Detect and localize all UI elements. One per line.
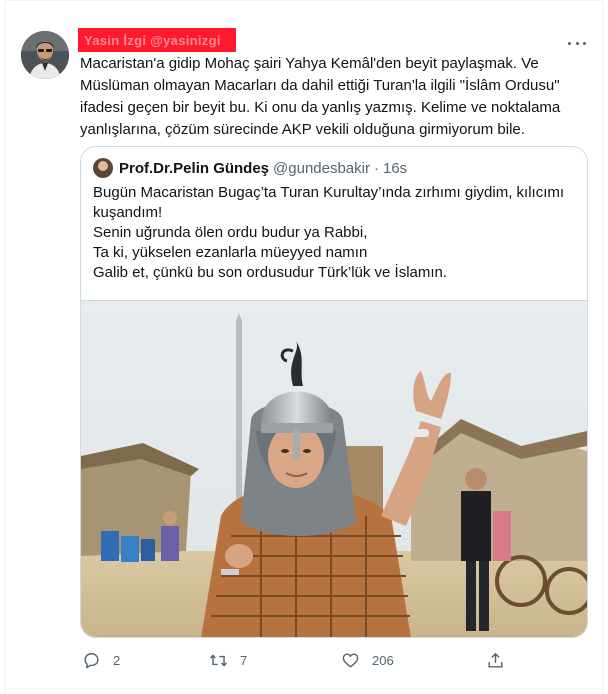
quoted-author-handle[interactable]: @gundesbakir (273, 160, 370, 177)
quoted-author-name[interactable]: Prof.Dr.Pelin Gündeş (119, 160, 269, 177)
more-icon[interactable] (566, 36, 588, 50)
quoted-text-line: Galib et, çünkü bu son ordusudur Türk’lü… (93, 264, 448, 281)
author-avatar[interactable] (21, 31, 69, 79)
quoted-tweet-photo[interactable] (81, 300, 587, 637)
author-name[interactable]: Yasin İzgi @yasinizgi (84, 33, 221, 48)
share-icon (488, 652, 503, 668)
quoted-author-avatar[interactable] (93, 158, 113, 178)
tweet-text: Macaristan'a gidip Mohaç şairi Yahya Kem… (80, 53, 592, 141)
tweet-text-line: Macaristan'a gidip Mohaç şairi Yahya Kem… (80, 55, 539, 72)
tweet-text-line: yanlışlarına, çözüm sürecinde AKP vekili… (80, 121, 525, 138)
divider (4, 0, 604, 1)
like-count: 206 (372, 652, 394, 668)
separator-dot: · (373, 159, 379, 177)
quoted-timestamp[interactable]: 16s (383, 160, 407, 177)
quoted-tweet-text: Bugün Macaristan Bugaç’ta Turan Kurultay… (93, 183, 577, 283)
retweet-count: 7 (240, 652, 248, 668)
quoted-text-line: Senin uğrunda ölen ordu budur ya Rabbi, (93, 224, 368, 241)
tweet-text-line: ifadesi geçen bir beyit bu. Ki onu da ya… (80, 99, 561, 116)
heart-icon (342, 652, 359, 668)
like-button[interactable]: 206 (341, 646, 394, 674)
quoted-text-line: Bugün Macaristan Bugaç’ta Turan Kurultay… (93, 184, 565, 201)
reply-icon (84, 652, 99, 668)
tweet-action-bar: 2 7 206 (80, 646, 592, 674)
quoted-text-line: kuşandım! (93, 204, 163, 221)
quoted-text-line: Ta ki, yükselen ezanlarla müeyyed namın (93, 244, 368, 261)
retweet-button[interactable]: 7 (209, 646, 247, 674)
quoted-tweet[interactable]: Prof.Dr.Pelin Gündeş @gundesbakir · 16s … (80, 146, 588, 638)
quoted-tweet-header: Prof.Dr.Pelin Gündeş @gundesbakir · 16s (93, 157, 407, 179)
share-button[interactable] (486, 646, 505, 674)
divider (4, 688, 604, 689)
tweet-text-line: Müslüman olmayan Macarları da dahil etti… (80, 77, 560, 94)
reply-count: 2 (113, 652, 121, 668)
reply-button[interactable]: 2 (82, 646, 120, 674)
retweet-icon (210, 654, 227, 666)
